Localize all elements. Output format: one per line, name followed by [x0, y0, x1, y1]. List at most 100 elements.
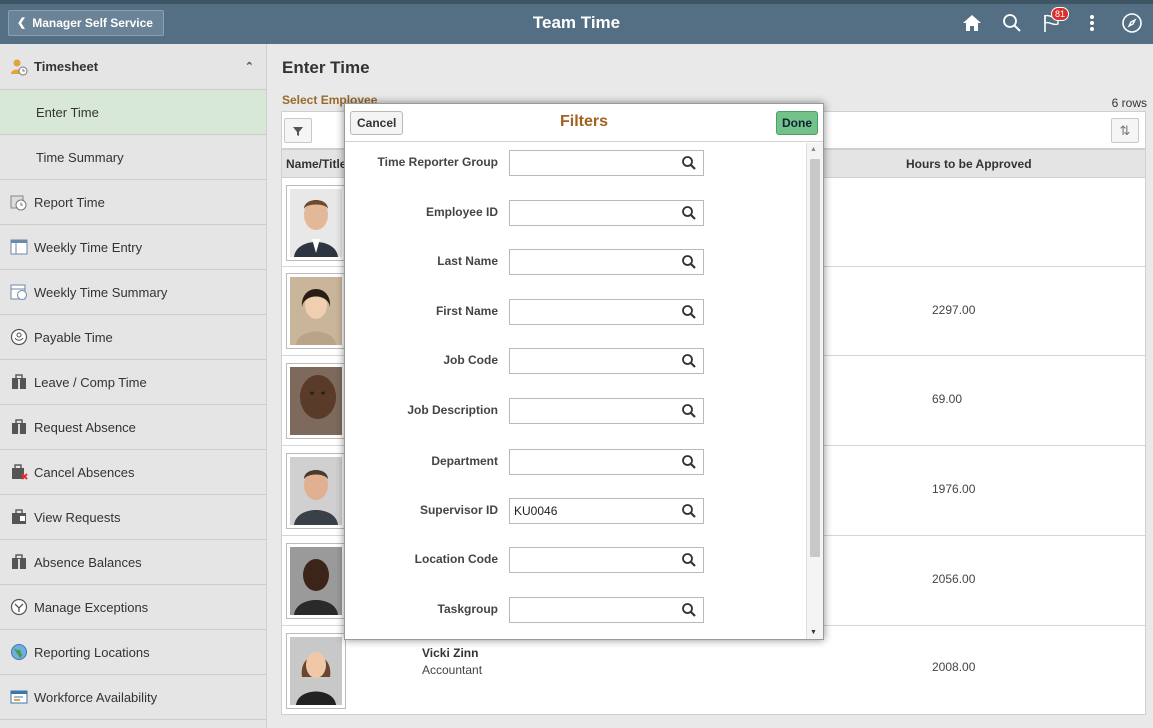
search-icon[interactable] — [681, 454, 697, 470]
sidebar: Timesheet ⌃ Enter Time Time Summary Repo… — [0, 44, 267, 728]
employee-photo — [286, 543, 346, 619]
filter-row-employee-id: Employee ID — [345, 200, 807, 226]
calendar-clock-icon — [10, 283, 28, 301]
sidebar-item-manage-exceptions[interactable]: Manage Exceptions — [0, 585, 266, 630]
filter-button[interactable] — [284, 118, 312, 143]
back-button[interactable]: ❮ Manager Self Service — [8, 10, 164, 36]
department-field[interactable] — [509, 449, 704, 475]
sidebar-item-weekly-time-summary[interactable]: Weekly Time Summary — [0, 270, 266, 315]
availability-icon — [10, 688, 28, 706]
sort-button[interactable]: ⇅ — [1111, 118, 1139, 143]
filter-row-first-name: First Name — [345, 299, 807, 325]
sidebar-item-view-requests[interactable]: View Requests — [0, 495, 266, 540]
last-name-field[interactable] — [509, 249, 704, 275]
employee-id-field[interactable] — [509, 200, 704, 226]
app-header: ❮ Manager Self Service Team Time 81 — [0, 0, 1153, 44]
job-code-field[interactable] — [509, 348, 704, 374]
clock-icon — [10, 193, 28, 211]
employee-name: Vicki Zinn — [422, 646, 479, 660]
field-label: Job Code — [443, 353, 498, 367]
sidebar-section-label: Timesheet — [34, 59, 99, 74]
sidebar-item-workforce-availability[interactable]: Workforce Availability — [0, 675, 266, 720]
sidebar-item-leave-comp-time[interactable]: Leave / Comp Time — [0, 360, 266, 405]
search-icon[interactable] — [681, 403, 697, 419]
employee-photo — [286, 633, 346, 709]
filter-icon — [293, 126, 303, 136]
sidebar-item-label: Request Absence — [34, 419, 136, 435]
sort-icon: ⇅ — [1119, 122, 1131, 138]
hours-value: 2056.00 — [932, 572, 976, 586]
employee-photo — [286, 185, 346, 261]
taskgroup-field[interactable] — [509, 597, 704, 623]
location-code-field[interactable] — [509, 547, 704, 573]
search-icon[interactable] — [681, 155, 697, 171]
sidebar-item-label: Enter Time — [36, 104, 99, 120]
scroll-up-icon[interactable]: ▲ — [810, 146, 817, 153]
column-header-name: Name/Title — [286, 157, 347, 171]
sidebar-item-payable-time[interactable]: Payable Time — [0, 315, 266, 360]
search-icon[interactable] — [681, 254, 697, 270]
hours-value: 1976.00 — [932, 482, 976, 496]
filters-form: Time Reporter Group Employee ID Last Nam… — [345, 143, 807, 639]
scroll-down-icon[interactable]: ▼ — [810, 629, 817, 636]
field-label: Job Description — [407, 403, 498, 417]
done-button[interactable]: Done — [776, 111, 818, 135]
sidebar-item-absence-balances[interactable]: Absence Balances — [0, 540, 266, 585]
home-icon[interactable] — [959, 10, 985, 36]
search-icon[interactable] — [681, 552, 697, 568]
field-label: Location Code — [414, 552, 498, 566]
scrollbar-thumb[interactable] — [810, 159, 820, 557]
sidebar-item-cancel-absences[interactable]: Cancel Absences — [0, 450, 266, 495]
field-label: First Name — [435, 304, 498, 318]
employee-photo — [286, 363, 346, 439]
sidebar-item-time-summary[interactable]: Time Summary — [0, 135, 266, 180]
search-icon[interactable] — [999, 10, 1025, 36]
sidebar-item-weekly-time-entry[interactable]: Weekly Time Entry — [0, 225, 266, 270]
search-icon[interactable] — [681, 304, 697, 320]
sidebar-section-timesheet[interactable]: Timesheet ⌃ — [0, 44, 266, 90]
sidebar-item-label: Reporting Locations — [34, 644, 150, 660]
filter-row-time-reporter-group: Time Reporter Group — [345, 150, 807, 176]
back-button-label: Manager Self Service — [32, 16, 153, 30]
supervisor-id-field[interactable] — [509, 498, 704, 524]
sidebar-item-label: Payable Time — [34, 329, 113, 345]
sidebar-item-label: View Requests — [34, 509, 121, 525]
hours-value: 69.00 — [932, 392, 963, 406]
more-options-icon[interactable] — [1079, 10, 1105, 36]
navbar-compass-icon[interactable] — [1119, 10, 1145, 36]
search-icon[interactable] — [681, 205, 697, 221]
search-icon[interactable] — [681, 602, 697, 618]
field-label: Taskgroup — [437, 602, 498, 616]
filter-row-department: Department — [345, 449, 807, 475]
timesheet-icon — [10, 58, 28, 76]
field-label: Last Name — [437, 254, 498, 268]
field-label: Department — [431, 454, 498, 468]
sidebar-item-reporting-locations[interactable]: Reporting Locations — [0, 630, 266, 675]
sidebar-item-label: Cancel Absences — [34, 464, 135, 480]
dialog-scrollbar[interactable]: ▲ ▼ — [806, 143, 823, 639]
briefcase-cancel-icon — [10, 463, 28, 481]
sidebar-item-report-time[interactable]: Report Time — [0, 180, 266, 225]
content-title: Enter Time — [282, 58, 370, 77]
hours-value: 2297.00 — [932, 303, 976, 317]
filter-row-job-code: Job Code — [345, 348, 807, 374]
dialog-title: Filters — [559, 113, 608, 130]
sidebar-item-label: Absence Balances — [34, 554, 142, 570]
search-icon[interactable] — [681, 503, 697, 519]
hours-value: 2008.00 — [932, 660, 976, 674]
payable-clock-icon — [10, 328, 28, 346]
filter-row-job-description: Job Description — [345, 398, 807, 424]
sidebar-item-request-absence[interactable]: Request Absence — [0, 405, 266, 450]
employee-photo — [286, 453, 346, 529]
sidebar-item-label: Report Time — [34, 194, 105, 210]
globe-icon — [10, 643, 28, 661]
search-icon[interactable] — [681, 353, 697, 369]
flag-icon[interactable]: 81 — [1039, 7, 1070, 36]
briefcase-icon — [10, 418, 28, 436]
first-name-field[interactable] — [509, 299, 704, 325]
column-header-hours: Hours to be Approved — [906, 157, 1032, 171]
sidebar-item-label: Time Summary — [36, 149, 124, 165]
sidebar-item-enter-time[interactable]: Enter Time — [0, 90, 266, 135]
job-description-field[interactable] — [509, 398, 704, 424]
time-reporter-group-field[interactable] — [509, 150, 704, 176]
